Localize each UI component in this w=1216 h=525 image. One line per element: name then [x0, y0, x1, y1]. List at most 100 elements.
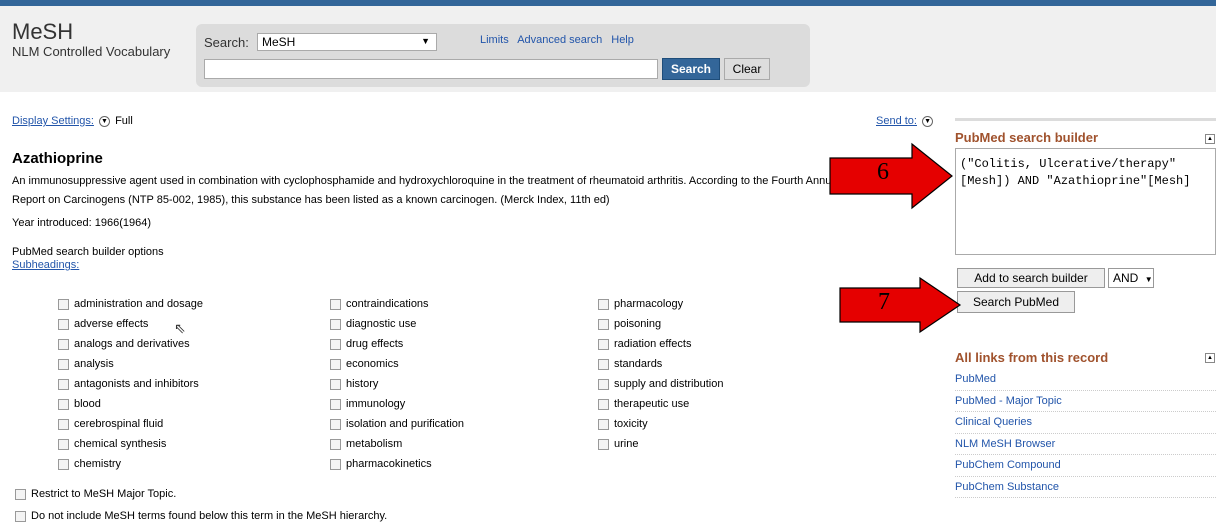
chevron-down-icon: ▼: [421, 36, 430, 46]
subheading-label: analogs and derivatives: [74, 338, 190, 350]
subheading-item[interactable]: pharmacology: [598, 297, 723, 317]
checkbox[interactable]: [598, 398, 609, 410]
chevron-down-icon[interactable]: ▼: [99, 115, 110, 127]
subheading-item[interactable]: radiation effects: [598, 337, 723, 357]
checkbox[interactable]: [598, 358, 609, 370]
app-title: MeSH: [12, 19, 74, 44]
search-links: Limits Advanced search Help: [480, 34, 640, 46]
checkbox[interactable]: [330, 298, 341, 310]
display-settings-link[interactable]: Display Settings:: [12, 115, 94, 127]
subheading-item[interactable]: economics: [330, 357, 464, 377]
checkbox[interactable]: [58, 358, 69, 370]
checkbox[interactable]: [58, 298, 69, 310]
subheading-item[interactable]: metabolism: [330, 437, 464, 457]
subheading-label: metabolism: [346, 438, 403, 450]
checkbox[interactable]: [330, 458, 341, 470]
display-settings: Display Settings: ▼ Full: [12, 115, 133, 127]
subheading-item[interactable]: urine: [598, 437, 723, 457]
link-clinical-queries[interactable]: Clinical Queries: [955, 412, 1216, 434]
chevron-down-icon[interactable]: ▼: [922, 115, 934, 127]
checkbox[interactable]: [598, 318, 609, 330]
help-link[interactable]: Help: [611, 34, 634, 46]
checkbox[interactable]: [598, 378, 609, 390]
links-panel-header: All links from this record: [955, 350, 1108, 365]
checkbox[interactable]: [58, 338, 69, 350]
add-to-search-builder-button[interactable]: Add to search builder: [957, 268, 1105, 288]
checkbox[interactable]: [330, 378, 341, 390]
subheadings-link[interactable]: Subheadings:: [12, 259, 79, 271]
subheading-item[interactable]: poisoning: [598, 317, 723, 337]
subheading-item[interactable]: pharmacokinetics: [330, 457, 464, 477]
checkbox[interactable]: [330, 418, 341, 430]
checkbox[interactable]: [58, 418, 69, 430]
subheading-item[interactable]: cerebrospinal fluid: [58, 417, 203, 437]
search-builder-textarea[interactable]: ("Colitis, Ulcerative/therapy" [Mesh]) A…: [955, 148, 1216, 255]
link-nlm-mesh-browser[interactable]: NLM MeSH Browser: [955, 434, 1216, 455]
search-button[interactable]: Search: [662, 58, 720, 80]
checkbox[interactable]: [15, 510, 26, 522]
subheading-label: drug effects: [346, 338, 404, 350]
collapse-icon[interactable]: ▲: [1205, 134, 1215, 144]
subheading-item[interactable]: therapeutic use: [598, 397, 723, 417]
subheading-item[interactable]: drug effects: [330, 337, 464, 357]
subheading-item[interactable]: analogs and derivatives: [58, 337, 203, 357]
subheading-label: standards: [614, 358, 663, 370]
checkbox[interactable]: [15, 488, 26, 500]
checkbox[interactable]: [58, 398, 69, 410]
subheading-label: radiation effects: [614, 338, 692, 350]
restrict-label: Restrict to MeSH Major Topic.: [31, 488, 177, 500]
subheading-item[interactable]: toxicity: [598, 417, 723, 437]
checkbox[interactable]: [330, 358, 341, 370]
restrict-major-topic[interactable]: Restrict to MeSH Major Topic.: [15, 488, 176, 500]
search-input[interactable]: [204, 59, 658, 79]
checkbox[interactable]: [598, 338, 609, 350]
do-not-explode[interactable]: Do not include MeSH terms found below th…: [15, 510, 387, 522]
subheading-label: adverse effects: [74, 318, 149, 330]
link-pubmed[interactable]: PubMed: [955, 369, 1216, 391]
subheading-item[interactable]: contraindications: [330, 297, 464, 317]
checkbox[interactable]: [330, 338, 341, 350]
checkbox[interactable]: [58, 318, 69, 330]
checkbox[interactable]: [58, 458, 69, 470]
collapse-icon[interactable]: ▲: [1205, 353, 1215, 363]
checkbox[interactable]: [598, 418, 609, 430]
advanced-search-link[interactable]: Advanced search: [517, 34, 602, 46]
subheading-label: contraindications: [346, 298, 429, 310]
checkbox[interactable]: [330, 318, 341, 330]
link-pubchem-substance[interactable]: PubChem Substance: [955, 477, 1216, 498]
send-to-link[interactable]: Send to:: [876, 115, 917, 127]
clear-button[interactable]: Clear: [724, 58, 770, 80]
limits-link[interactable]: Limits: [480, 34, 509, 46]
subheading-item[interactable]: isolation and purification: [330, 417, 464, 437]
subheading-label: diagnostic use: [346, 318, 417, 330]
checkbox[interactable]: [330, 398, 341, 410]
send-to: Send to: ▼: [876, 115, 935, 127]
builder-options-heading: PubMed search builder options: [12, 246, 164, 258]
link-pubchem-compound[interactable]: PubChem Compound: [955, 455, 1216, 477]
checkbox[interactable]: [598, 438, 609, 450]
subheading-item[interactable]: immunology: [330, 397, 464, 417]
subheading-item[interactable]: analysis: [58, 357, 203, 377]
subheading-item[interactable]: blood: [58, 397, 203, 417]
subheading-item[interactable]: chemistry: [58, 457, 203, 477]
subheading-item[interactable]: history: [330, 377, 464, 397]
search-builder-title: PubMed search builder: [955, 130, 1099, 145]
annotation-number: 7: [878, 289, 890, 315]
database-select[interactable]: MeSH ▼: [257, 33, 437, 51]
link-pubmed-major-topic[interactable]: PubMed - Major Topic: [955, 391, 1216, 412]
search-pubmed-button[interactable]: Search PubMed: [957, 291, 1075, 313]
checkbox[interactable]: [58, 378, 69, 390]
app-subtitle: NLM Controlled Vocabulary: [12, 44, 171, 59]
subheading-label: administration and dosage: [74, 298, 204, 310]
subheading-item[interactable]: antagonists and inhibitors: [58, 377, 203, 397]
checkbox[interactable]: [598, 298, 609, 310]
subheading-item[interactable]: standards: [598, 357, 723, 377]
red-arrow-icon: [829, 142, 953, 210]
subheading-item[interactable]: diagnostic use: [330, 317, 464, 337]
subheading-item[interactable]: administration and dosage: [58, 297, 203, 317]
subheading-item[interactable]: chemical synthesis: [58, 437, 203, 457]
subheading-item[interactable]: supply and distribution: [598, 377, 723, 397]
operator-select[interactable]: AND ▼: [1108, 268, 1154, 288]
checkbox[interactable]: [330, 438, 341, 450]
checkbox[interactable]: [58, 438, 69, 450]
